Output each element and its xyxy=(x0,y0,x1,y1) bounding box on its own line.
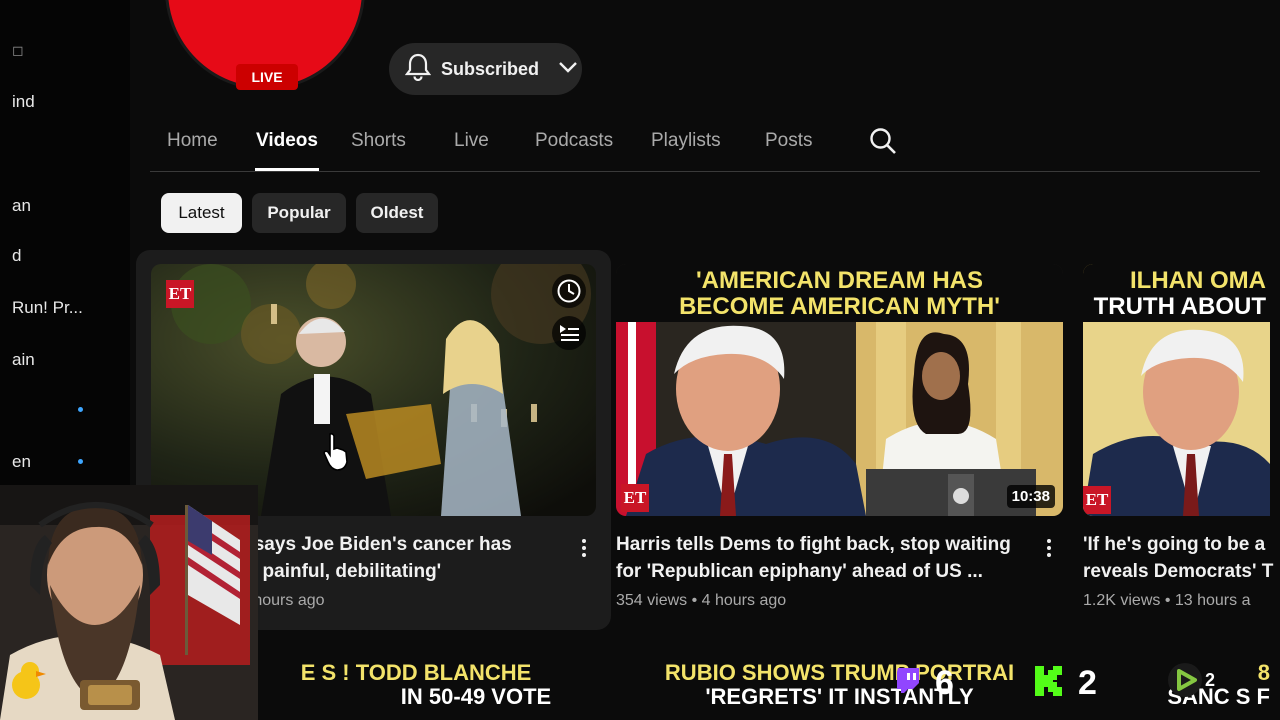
sidebar-item[interactable]: ain xyxy=(12,350,35,370)
tab-podcasts[interactable]: Podcasts xyxy=(535,130,613,152)
sidebar-item[interactable]: d xyxy=(12,246,21,266)
banner-line: IN 50-49 VOTE xyxy=(400,684,552,709)
bell-icon xyxy=(404,53,432,86)
sidebar-item[interactable]: en xyxy=(12,452,31,472)
video-menu-button[interactable] xyxy=(574,534,594,562)
video-title-line[interactable]: reveals Democrats' T xyxy=(1083,558,1280,585)
video-duration: 10:38 xyxy=(1006,485,1055,508)
thumbnail-banner: ILHAN OMA TRUTH ABOUT xyxy=(1083,264,1270,322)
video-meta: 1.2K views • 13 hours a xyxy=(1083,592,1251,609)
kick-viewer-count: 2 xyxy=(1078,664,1097,702)
video-thumbnail[interactable]: ET xyxy=(151,264,596,516)
chip-oldest[interactable]: Oldest xyxy=(356,193,438,233)
video-title-line[interactable]: Harris tells Dems to fight back, stop wa… xyxy=(616,531,1036,558)
new-content-dot xyxy=(78,407,83,412)
video-thumbnail[interactable]: 'AMERICAN DREAM HAS BECOME AMERICAN MYTH… xyxy=(616,264,1063,516)
video-title-line[interactable]: for 'Republican epiphany' ahead of US ..… xyxy=(616,558,1036,585)
tab-playlists[interactable]: Playlists xyxy=(651,130,721,152)
stream-viewer-counts: 6 2 2 xyxy=(895,660,1280,705)
rumble-viewer-count: 2 xyxy=(1205,670,1216,690)
live-badge[interactable]: LIVE xyxy=(236,64,298,90)
new-content-dot xyxy=(78,459,83,464)
tab-live[interactable]: Live xyxy=(454,130,489,152)
subscribed-button[interactable]: Subscribed xyxy=(389,43,582,95)
rumble-icon xyxy=(1167,662,1203,703)
video-thumbnail[interactable]: ILHAN OMA TRUTH ABOUT ET xyxy=(1083,264,1270,516)
video-title-line[interactable]: 'If he's going to be a xyxy=(1083,531,1280,558)
sidebar-item-icon[interactable]: ◻ xyxy=(12,42,24,59)
sidebar-item[interactable]: an xyxy=(12,196,31,216)
banner-line: ILHAN OMA xyxy=(1130,267,1266,294)
tab-home[interactable]: Home xyxy=(167,130,218,152)
tab-posts[interactable]: Posts xyxy=(765,130,813,152)
et-channel-logo: ET xyxy=(621,484,649,512)
subscribed-label: Subscribed xyxy=(441,58,540,79)
sidebar-item[interactable]: ind xyxy=(12,92,35,112)
twitch-icon xyxy=(895,666,921,699)
banner-line: TRUTH ABOUT xyxy=(1093,293,1266,320)
et-channel-logo: ET xyxy=(1083,486,1111,514)
add-to-queue-icon[interactable] xyxy=(552,316,586,350)
twitch-viewer-count: 6 xyxy=(935,664,954,702)
video-meta: 354 views • 4 hours ago xyxy=(616,592,787,609)
search-icon[interactable] xyxy=(868,126,898,161)
tab-shorts[interactable]: Shorts xyxy=(351,130,406,152)
chip-popular[interactable]: Popular xyxy=(252,193,346,233)
video-menu-button[interactable] xyxy=(1039,534,1059,562)
kick-icon xyxy=(1033,664,1065,703)
mouse-cursor-icon xyxy=(322,432,350,477)
active-tab-indicator xyxy=(255,168,319,171)
banner-line: E S ! TODD BLANCHE xyxy=(300,660,532,685)
channel-tabs: Home Videos Shorts Live Podcasts Playlis… xyxy=(150,110,1260,172)
webcam-overlay xyxy=(0,485,258,720)
tab-videos[interactable]: Videos xyxy=(256,130,318,152)
banner-line: 'AMERICAN DREAM HAS xyxy=(695,267,984,294)
chevron-down-icon xyxy=(557,60,579,79)
et-channel-logo: ET xyxy=(166,280,194,308)
video-thumbnail[interactable]: E S ! TODD BLANCHE IN 50-49 VOTE xyxy=(230,655,602,720)
banner-line: BECOME AMERICAN MYTH' xyxy=(679,293,1000,320)
watch-later-icon[interactable] xyxy=(552,274,586,308)
sidebar-item[interactable]: Run! Pr... xyxy=(12,298,83,318)
chip-latest[interactable]: Latest xyxy=(161,193,242,233)
thumbnail-banner: 'AMERICAN DREAM HAS BECOME AMERICAN MYTH… xyxy=(616,264,1063,322)
